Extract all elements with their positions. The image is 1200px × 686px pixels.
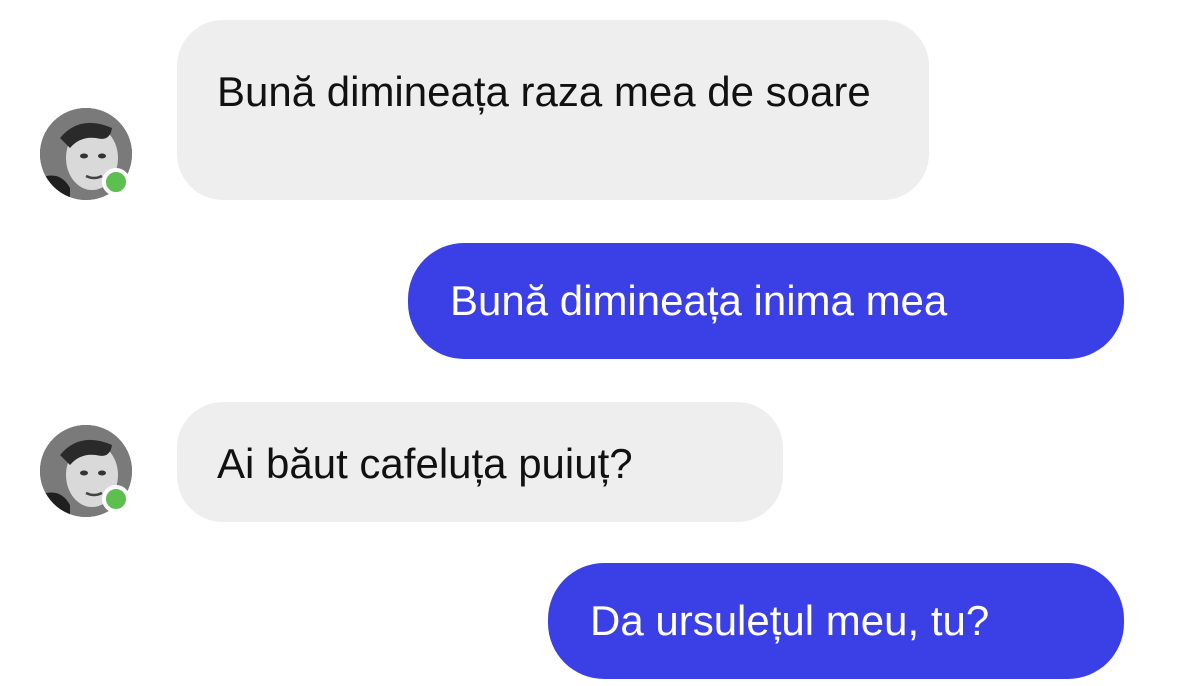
contact-avatar[interactable]: [40, 425, 132, 517]
contact-avatar[interactable]: [40, 108, 132, 200]
incoming-message-bubble[interactable]: Ai băut cafeluța puiuț?: [177, 402, 783, 522]
online-dot-icon: [102, 168, 130, 196]
incoming-message-bubble[interactable]: Bună dimineața raza mea de soare: [177, 20, 929, 200]
message-text: Bună dimineața inima mea: [450, 277, 948, 324]
outgoing-message-bubble[interactable]: Bună dimineața inima mea: [408, 243, 1124, 359]
message-text: Bună dimineața raza mea de soare: [217, 68, 871, 115]
online-dot-icon: [102, 485, 130, 513]
message-text: Da ursulețul meu, tu?: [590, 597, 990, 644]
message-text: Ai băut cafeluța puiuț?: [217, 440, 633, 487]
chat-thread: Bună dimineața raza mea de soare Bună di…: [0, 0, 1200, 686]
outgoing-message-bubble[interactable]: Da ursulețul meu, tu?: [548, 563, 1124, 679]
